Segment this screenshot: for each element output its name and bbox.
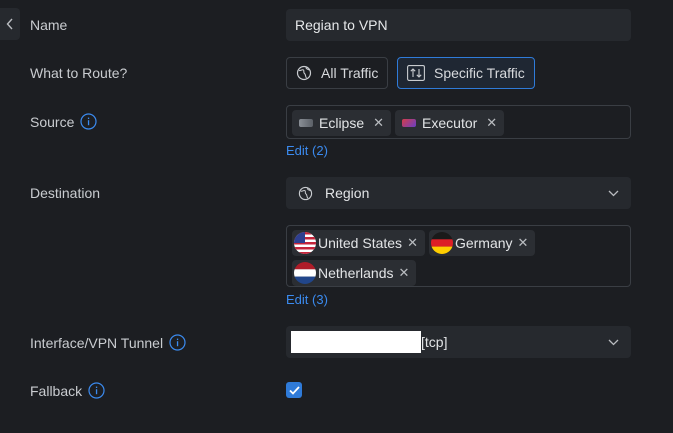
source-chip-label: Eclipse xyxy=(319,115,365,131)
edit-destination-link[interactable]: Edit (3) xyxy=(286,292,328,307)
route-label-text: What to Route? xyxy=(30,65,128,81)
globe-icon xyxy=(298,186,313,200)
checkmark-icon xyxy=(288,385,300,395)
interface-field-wrapper: [tcp] xyxy=(286,326,631,358)
region-chip: Germany ✕ xyxy=(428,230,536,256)
remove-chip-icon[interactable]: ✕ xyxy=(486,115,497,131)
info-icon[interactable] xyxy=(80,113,97,130)
collapse-panel-button[interactable] xyxy=(0,8,20,40)
interface-value-suffix: [tcp] xyxy=(421,334,448,350)
destination-label-text: Destination xyxy=(30,185,101,201)
fallback-checkbox[interactable] xyxy=(286,382,302,398)
fallback-label: Fallback xyxy=(30,382,105,399)
info-icon[interactable] xyxy=(169,334,186,351)
name-label: Name xyxy=(30,17,67,33)
route-label: What to Route? xyxy=(30,65,127,81)
all-traffic-label: All Traffic xyxy=(321,65,379,81)
specific-traffic-label: Specific Traffic xyxy=(434,65,525,81)
name-field-wrapper: Regian to VPN xyxy=(286,9,631,41)
remove-chip-icon[interactable]: ✕ xyxy=(373,115,384,131)
source-label: Source xyxy=(30,113,97,130)
region-chip-label: United States xyxy=(318,235,403,251)
source-field-wrapper: Eclipse ✕ Executor ✕ xyxy=(286,105,631,139)
name-label-text: Name xyxy=(30,17,68,33)
nl-flag-icon xyxy=(294,262,316,284)
device-icon xyxy=(402,119,417,127)
de-flag-icon xyxy=(430,232,453,254)
source-chip: Eclipse ✕ xyxy=(292,110,392,136)
edit-source-link[interactable]: Edit (2) xyxy=(286,143,328,158)
interface-label: Interface/VPN Tunnel xyxy=(30,334,186,351)
source-label-text: Source xyxy=(30,113,75,130)
destination-regions-wrapper: United States ✕ Germany ✕ Netherlands ✕ xyxy=(286,225,631,287)
globe-icon xyxy=(296,65,312,81)
remove-chip-icon[interactable]: ✕ xyxy=(407,235,418,251)
destination-type-select[interactable]: Region xyxy=(286,177,631,209)
region-chip: Netherlands ✕ xyxy=(292,260,417,286)
name-input-value: Regian to VPN xyxy=(295,17,388,33)
chevron-down-icon xyxy=(608,339,619,345)
fallback-label-text: Fallback xyxy=(30,382,83,399)
specific-traffic-button[interactable]: Specific Traffic xyxy=(397,57,535,89)
destination-label: Destination xyxy=(30,185,100,201)
arrows-updown-icon xyxy=(407,65,425,81)
redacted-tunnel-name xyxy=(291,331,421,353)
remove-chip-icon[interactable]: ✕ xyxy=(518,235,529,251)
interface-select[interactable]: [tcp] xyxy=(286,326,631,358)
chevron-down-icon xyxy=(608,190,619,196)
region-chip-label: Netherlands xyxy=(318,265,394,281)
region-chip-box[interactable]: United States ✕ Germany ✕ Netherlands ✕ xyxy=(286,225,631,287)
device-icon xyxy=(299,119,313,127)
region-chip-label: Germany xyxy=(454,235,513,251)
destination-type-value: Region xyxy=(325,185,370,201)
all-traffic-button[interactable]: All Traffic xyxy=(286,57,389,89)
info-icon[interactable] xyxy=(88,382,105,399)
us-flag-icon xyxy=(294,232,316,254)
region-chip: United States ✕ xyxy=(292,230,425,256)
source-chip-label: Executor xyxy=(422,115,478,131)
remove-chip-icon[interactable]: ✕ xyxy=(399,265,410,281)
source-chip: Executor ✕ xyxy=(395,110,505,136)
traffic-route-form: Name Regian to VPN What to Route? All Tr… xyxy=(0,0,673,433)
source-chip-box[interactable]: Eclipse ✕ Executor ✕ xyxy=(286,105,631,139)
chevron-left-icon xyxy=(6,18,13,30)
name-input[interactable]: Regian to VPN xyxy=(286,9,631,41)
interface-label-text: Interface/VPN Tunnel xyxy=(30,334,164,351)
destination-type-wrapper: Region xyxy=(286,177,631,209)
